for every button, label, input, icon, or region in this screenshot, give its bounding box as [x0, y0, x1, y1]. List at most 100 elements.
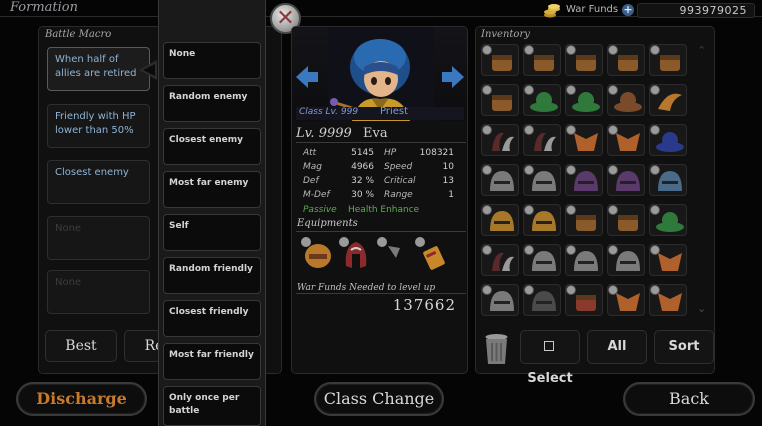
equipped-helmet-icon[interactable] [300, 236, 336, 272]
helm-purple-icon [566, 165, 598, 191]
chest-brown-icon [482, 45, 512, 71]
macro-slot-3[interactable]: Closest enemy [47, 160, 150, 204]
inventory-slot[interactable] [649, 44, 687, 76]
helm-iron-icon [482, 285, 514, 311]
inventory-slot[interactable] [607, 84, 645, 116]
next-character-arrow-icon[interactable] [440, 64, 466, 90]
inventory-slot[interactable] [565, 44, 603, 76]
inventory-scroll-up-icon[interactable]: ⌃ [697, 44, 706, 57]
stat-label-mag: Mag [303, 162, 322, 172]
inventory-slot[interactable] [523, 284, 561, 316]
inventory-slot[interactable] [607, 244, 645, 276]
macro-slot-2[interactable]: Friendly with HP lower than 50% [47, 104, 150, 148]
inventory-slot[interactable] [649, 164, 687, 196]
inventory-slot[interactable] [565, 124, 603, 156]
level-up-cost-label: War Funds Needed to level up [297, 283, 436, 293]
option-random-enemy[interactable]: Random enemy [163, 85, 261, 122]
inventory-slot[interactable] [565, 284, 603, 316]
option-most-far-enemy[interactable]: Most far enemy [163, 171, 261, 208]
inventory-slot[interactable] [649, 84, 687, 116]
mask-orange-icon [608, 285, 640, 311]
inventory-slot[interactable] [523, 204, 561, 236]
inventory-panel [475, 26, 715, 374]
option-none[interactable]: None [163, 42, 261, 79]
macro-slot-5[interactable]: None [47, 270, 150, 314]
inventory-slot[interactable] [649, 124, 687, 156]
inventory-slot[interactable] [649, 284, 687, 316]
horn-orange-icon [650, 85, 682, 111]
inventory-slot[interactable] [481, 124, 519, 156]
class-level: Class Lv. 999 [299, 107, 359, 117]
passive-label: Passive [303, 205, 337, 215]
inventory-slot[interactable] [565, 244, 603, 276]
class-change-button[interactable]: Class Change [314, 382, 444, 416]
inventory-slot[interactable] [523, 124, 561, 156]
inventory-slot[interactable] [481, 84, 519, 116]
macro-slot-1[interactable]: When half of allies are retired [47, 47, 150, 91]
sort-button[interactable]: Sort [654, 330, 714, 364]
helm-iron-icon [524, 245, 556, 271]
level-up-divider [296, 293, 466, 294]
hat-green-icon [566, 85, 600, 112]
inventory-slot[interactable] [607, 44, 645, 76]
inventory-slot[interactable] [607, 164, 645, 196]
hat-blue-icon [650, 125, 684, 152]
level-divider [296, 142, 466, 143]
stat-value-mag: 4966 [351, 162, 374, 172]
inventory-slot[interactable] [607, 204, 645, 236]
chest-brown-icon [566, 205, 596, 231]
previous-character-arrow-icon[interactable] [294, 64, 320, 90]
equipped-cloak-icon[interactable] [338, 236, 374, 272]
war-funds-value: 993979025 [679, 4, 747, 17]
macro-slot-4[interactable]: None [47, 216, 150, 260]
equipped-accessory-icon[interactable] [376, 236, 412, 272]
inventory-scroll-down-icon[interactable]: ⌄ [697, 302, 706, 315]
option-self[interactable]: Self [163, 214, 261, 251]
inventory-slot[interactable] [649, 244, 687, 276]
inventory-slot[interactable] [481, 244, 519, 276]
inventory-slot[interactable] [481, 284, 519, 316]
inventory-slot[interactable] [649, 204, 687, 236]
select-button[interactable]: Select [520, 330, 580, 386]
option-most-far-friendly[interactable]: Most far friendly [163, 343, 261, 380]
inventory-slot[interactable] [565, 164, 603, 196]
hat-green-icon [524, 85, 558, 112]
inventory-title: Inventory [481, 29, 530, 40]
inventory-slot[interactable] [523, 44, 561, 76]
inventory-slot[interactable] [481, 204, 519, 236]
select-checkbox[interactable] [543, 341, 554, 351]
inventory-slot[interactable] [523, 84, 561, 116]
chest-brown-icon [650, 45, 680, 71]
all-button[interactable]: All [587, 330, 647, 364]
inventory-slot[interactable] [481, 164, 519, 196]
war-funds-label: War Funds [566, 4, 619, 15]
back-button[interactable]: Back [623, 382, 755, 416]
inventory-slot[interactable] [607, 284, 645, 316]
trash-icon[interactable] [483, 332, 510, 366]
option-closest-enemy[interactable]: Closest enemy [163, 128, 261, 165]
inventory-slot[interactable] [565, 204, 603, 236]
inventory-slot[interactable] [565, 84, 603, 116]
equipments-title: Equipments [297, 218, 358, 229]
stat-value-att: 5145 [351, 148, 374, 158]
helm-iron-icon [566, 245, 598, 271]
equipped-scroll-icon[interactable] [414, 236, 450, 272]
discharge-button[interactable]: Discharge [16, 382, 147, 416]
stat-value-speed: 10 [442, 162, 454, 172]
inventory-slot[interactable] [481, 44, 519, 76]
chest-red-icon [566, 285, 596, 311]
stat-label-hp: HP [384, 148, 397, 158]
option-once-per-battle[interactable]: Only once per battle [163, 386, 261, 426]
helm-iron-icon [524, 165, 556, 191]
inventory-slot[interactable] [607, 124, 645, 156]
stat-value-def: 32 % [351, 176, 374, 186]
option-random-friendly[interactable]: Random friendly [163, 257, 261, 294]
inventory-slot[interactable] [523, 244, 561, 276]
stat-value-mdef: 30 % [351, 190, 374, 200]
stat-label-att: Att [303, 148, 317, 158]
best-button[interactable]: Best [45, 330, 117, 362]
inventory-slot[interactable] [523, 164, 561, 196]
helm-gold-icon [524, 205, 556, 231]
option-closest-friendly[interactable]: Closest friendly [163, 300, 261, 337]
add-funds-button[interactable]: + [622, 4, 634, 16]
